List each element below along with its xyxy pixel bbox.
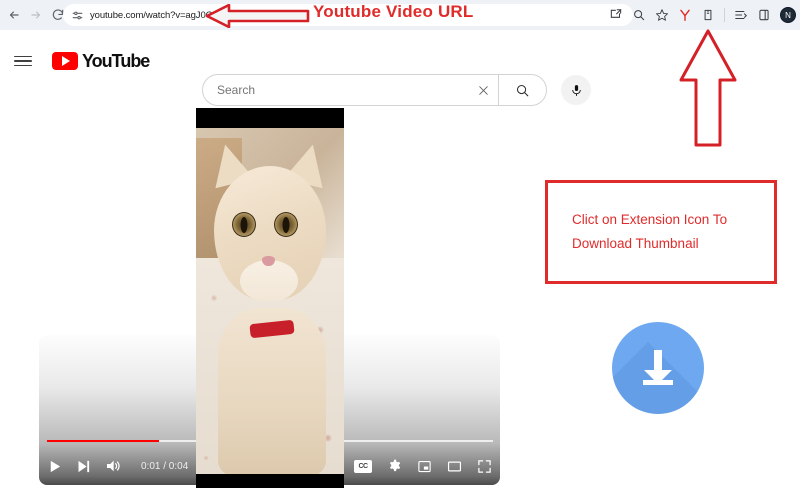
search-area xyxy=(202,74,591,106)
reading-list-icon[interactable] xyxy=(734,8,748,22)
progress-played xyxy=(47,439,159,442)
up-arrow-annotation xyxy=(678,28,738,153)
extensions-puzzle-icon[interactable] xyxy=(701,8,715,22)
tune-sliders-icon[interactable] xyxy=(71,9,84,22)
callout-line-1: Clict on Extension Icon To xyxy=(572,212,728,228)
volume-icon[interactable] xyxy=(105,458,121,474)
fullscreen-icon[interactable] xyxy=(477,459,492,474)
video-thumbnail[interactable] xyxy=(196,108,344,488)
toolbar-divider xyxy=(724,8,725,22)
play-icon[interactable] xyxy=(47,459,62,474)
youtube-wordmark: YouTube xyxy=(82,50,150,71)
browser-toolbar-icons: N xyxy=(609,0,796,30)
forward-arrow-icon[interactable] xyxy=(26,5,46,25)
search-box[interactable] xyxy=(202,74,547,106)
microphone-icon[interactable] xyxy=(561,75,591,105)
search-magnifier-icon[interactable] xyxy=(498,75,546,105)
search-input[interactable] xyxy=(203,75,468,105)
zoom-icon[interactable] xyxy=(632,8,646,22)
settings-gear-icon[interactable] xyxy=(387,459,402,474)
bookmark-star-icon[interactable] xyxy=(655,8,669,22)
thumbnail-downloader-extension-icon[interactable] xyxy=(678,8,692,22)
back-arrow-icon[interactable] xyxy=(4,5,24,25)
left-arrow-annotation xyxy=(205,3,310,33)
letterbox-bottom xyxy=(196,474,344,488)
next-track-icon[interactable] xyxy=(76,459,91,474)
youtube-logo[interactable]: YouTube xyxy=(52,50,150,72)
letterbox-top xyxy=(196,108,344,128)
download-circle-icon xyxy=(612,322,704,414)
extension-callout-box: Clict on Extension Icon To Download Thum… xyxy=(545,180,777,284)
captions-button[interactable]: CC xyxy=(354,459,372,473)
player-controls-left: 0:01 / 0:04 xyxy=(47,458,188,474)
callout-line-2: Download Thumbnail xyxy=(572,236,699,251)
youtube-play-icon xyxy=(52,52,78,70)
side-panel-icon[interactable] xyxy=(757,8,771,22)
url-annotation-label: Youtube Video URL xyxy=(313,2,474,21)
clear-x-icon[interactable] xyxy=(468,75,498,105)
cat-video-image xyxy=(196,108,344,488)
screenshot-root: youtube.com/watch?v=agJ0CvXXNRo N YouTub… xyxy=(0,0,800,500)
hamburger-menu-icon[interactable] xyxy=(14,55,32,67)
theater-mode-icon[interactable] xyxy=(447,459,462,474)
time-display: 0:01 / 0:04 xyxy=(141,460,189,472)
navigation-buttons xyxy=(0,5,68,25)
share-download-icon[interactable] xyxy=(609,8,623,22)
profile-avatar[interactable]: N xyxy=(780,7,796,23)
miniplayer-icon[interactable] xyxy=(417,459,432,474)
